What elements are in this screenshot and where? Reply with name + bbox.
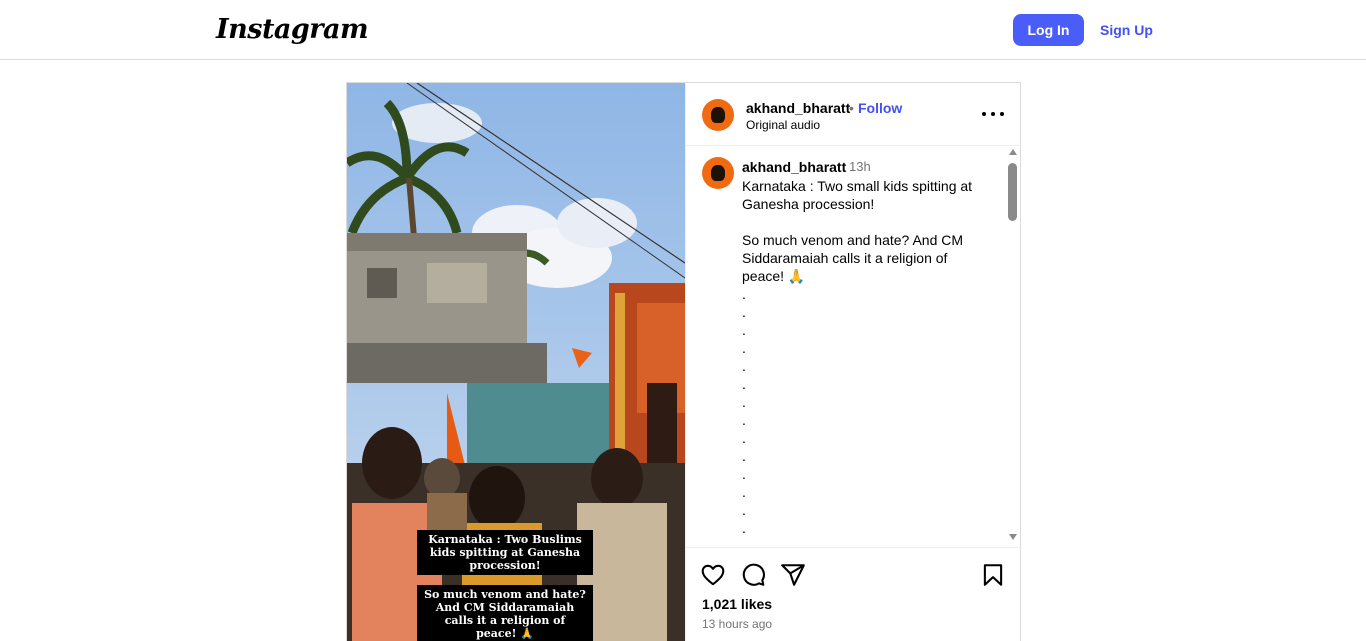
post-card: Karnataka : Two Buslims kids spitting at… (346, 82, 1022, 641)
video-text-overlay: So much venom and hate? And CM Siddarama… (417, 585, 593, 641)
original-audio-link[interactable]: Original audio (746, 118, 820, 132)
more-options-icon[interactable] (982, 105, 1004, 123)
avatar[interactable] (702, 99, 734, 131)
scroll-down-arrow-icon[interactable] (1009, 534, 1017, 540)
post-username[interactable]: akhand_bharatt (746, 100, 850, 116)
sign-up-link[interactable]: Sign Up (1100, 22, 1153, 38)
scrollbar[interactable] (1006, 147, 1020, 546)
separator-dot: • (849, 100, 854, 116)
likes-count[interactable]: 1,021 likes (702, 596, 772, 612)
video-text-overlay: Karnataka : Two Buslims kids spitting at… (417, 530, 593, 575)
caption-text: Karnataka : Two small kids spitting at G… (742, 178, 973, 546)
reel-video[interactable]: Karnataka : Two Buslims kids spitting at… (347, 83, 685, 641)
share-icon[interactable] (780, 562, 806, 588)
follow-button[interactable]: Follow (858, 100, 902, 116)
top-navigation-bar: Instagram Log In Sign Up (0, 0, 1366, 60)
bookmark-icon[interactable] (980, 562, 1006, 588)
heart-icon[interactable] (700, 562, 726, 588)
comments-section[interactable]: akhand_bharatt 13h Karnataka : Two small… (686, 147, 1022, 546)
caption-timestamp[interactable]: 13h (849, 159, 871, 174)
instagram-logo[interactable]: Instagram (216, 14, 369, 45)
post-time-ago[interactable]: 13 hours ago (702, 617, 772, 631)
scrollbar-thumb[interactable] (1008, 163, 1017, 221)
comment-icon[interactable] (740, 562, 766, 588)
post-side-panel: akhand_bharatt • Follow Original audio a… (685, 83, 1022, 641)
scroll-up-arrow-icon[interactable] (1009, 149, 1017, 155)
log-in-button[interactable]: Log In (1013, 14, 1084, 46)
caption-username[interactable]: akhand_bharatt (742, 159, 846, 175)
post-header: akhand_bharatt • Follow Original audio (686, 83, 1022, 146)
post-actions: 1,021 likes 13 hours ago (686, 547, 1022, 641)
caption-avatar[interactable] (702, 157, 734, 189)
